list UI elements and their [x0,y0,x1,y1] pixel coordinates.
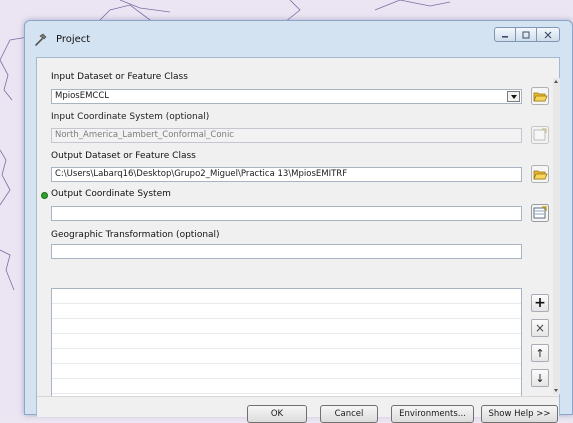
tool-hammer-icon [35,33,47,46]
scroll-up-arrow-icon[interactable] [554,80,558,83]
minimize-icon [502,35,508,38]
remove-x-icon: × [534,321,546,335]
list-row[interactable] [52,319,521,334]
dialog-client-area: Input Dataset or Feature Class MpiosEMCC… [36,57,560,423]
output-coord-label: Output Coordinate System [51,189,171,199]
title-bar[interactable]: Project [25,21,572,57]
geo-transform-list[interactable] [51,288,522,400]
open-folder-icon[interactable] [531,165,549,183]
list-row[interactable] [52,379,521,394]
input-coord-field: North_America_Lambert_Conformal_Conic [51,128,522,143]
move-up-button[interactable]: ↑ [531,344,549,362]
list-row[interactable] [52,364,521,379]
input-coord-value: North_America_Lambert_Conformal_Conic [55,130,234,140]
environments-label: Environments... [399,409,466,419]
arrow-down-icon: ↓ [535,371,545,385]
scroll-down-arrow-icon[interactable] [554,389,558,392]
input-dataset-combobox[interactable]: MpiosEMCCL [51,89,522,104]
minimize-button[interactable] [494,27,516,42]
remove-button[interactable]: × [531,319,549,337]
close-button[interactable] [536,27,560,42]
move-down-button[interactable]: ↓ [531,369,549,387]
output-coord-field[interactable] [51,206,522,221]
dropdown-arrow-icon[interactable] [507,91,520,102]
dialog-footer: OK Cancel Environments... Show Help >> [37,396,559,423]
geo-transform-label: Geographic Transformation (optional) [51,230,220,240]
list-row[interactable] [52,289,521,304]
input-dataset-label: Input Dataset or Feature Class [51,72,188,82]
plus-icon: + [534,295,546,311]
input-dataset-value: MpiosEMCCL [55,91,110,101]
input-coord-label: Input Coordinate System (optional) [51,112,210,122]
arrow-up-icon: ↑ [535,346,545,360]
coordinate-properties-icon[interactable] [531,204,549,222]
close-icon [544,31,552,38]
ok-label: OK [270,409,284,419]
cancel-button[interactable]: Cancel [320,405,378,423]
maximize-button[interactable] [515,27,537,42]
project-dialog: Project Input Dataset or Feature Class M… [24,20,573,423]
show-help-label: Show Help >> [488,409,551,419]
coordinate-properties-icon [531,126,549,144]
geo-transform-combobox[interactable] [51,244,522,259]
list-row[interactable] [52,334,521,349]
vertical-scrollbar[interactable] [553,78,560,394]
output-dataset-label: Output Dataset or Feature Class [51,151,196,161]
output-dataset-field[interactable]: C:\Users\Labarq16\Desktop\Grupo2_Miguel\… [51,167,522,182]
open-folder-icon[interactable] [531,87,549,105]
environments-button[interactable]: Environments... [391,405,474,423]
maximize-icon [522,31,530,38]
cancel-label: Cancel [334,409,364,419]
window-title: Project [56,34,91,45]
show-help-button[interactable]: Show Help >> [481,405,558,423]
output-dataset-value: C:\Users\Labarq16\Desktop\Grupo2_Miguel\… [55,169,348,179]
add-button[interactable]: + [531,294,549,312]
list-row[interactable] [52,349,521,364]
ok-button[interactable]: OK [247,405,307,423]
list-row[interactable] [52,304,521,319]
required-indicator-icon [41,192,48,199]
